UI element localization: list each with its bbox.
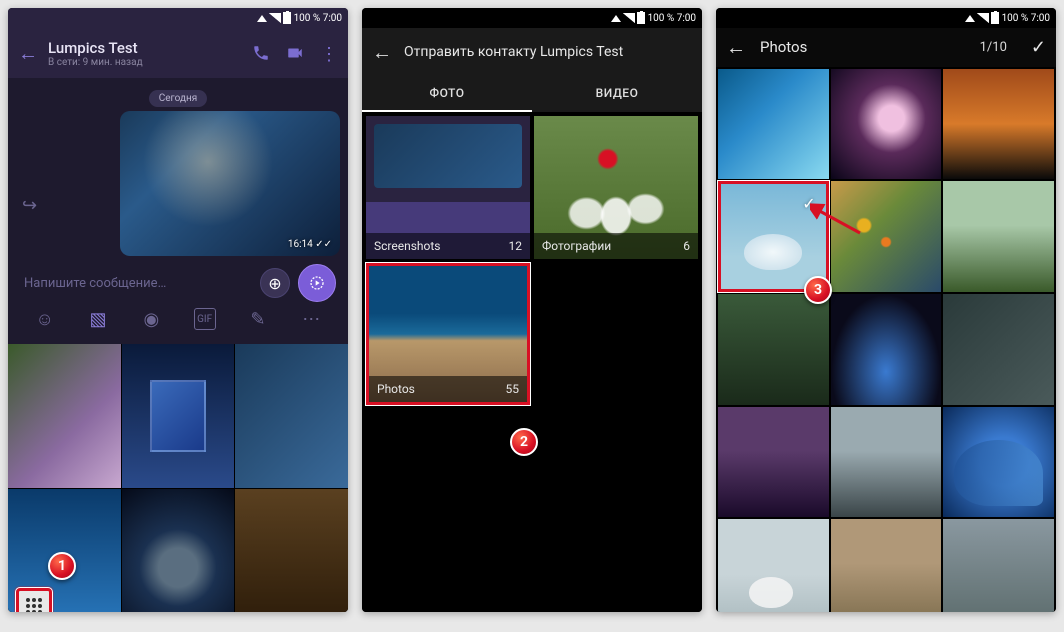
photo-thumb[interactable] [718, 519, 829, 612]
photo-thumb[interactable] [831, 407, 942, 518]
gif-icon[interactable]: GIF [194, 308, 216, 330]
album-fotografii[interactable]: Фотографии 6 [534, 116, 698, 259]
sticker-icon[interactable]: ☺ [34, 308, 56, 330]
date-separator: Сегодня [16, 86, 340, 105]
more-icon[interactable]: ⋮ [320, 44, 338, 62]
chat-subtitle: В сети: 9 мин. назад [48, 57, 242, 68]
video-call-icon[interactable] [286, 44, 304, 62]
album-screenshots[interactable]: Screenshots 12 [366, 116, 530, 259]
annotation-badge-1: 1 [48, 552, 76, 580]
photo-thumb[interactable] [718, 294, 829, 405]
attachment-toolbar: ☺ ▧ ◉ GIF ✎ ⋯ [16, 302, 340, 336]
status-bar: 100 % 7:00 [362, 8, 702, 28]
annotation-badge-3: 3 [804, 276, 832, 304]
message-time: 16:14 ✓✓ [288, 239, 332, 250]
battery-icon [991, 12, 999, 24]
annotation-arrow [810, 203, 870, 243]
picker-title: Отправить контакту Lumpics Test [404, 44, 623, 60]
more-attach-icon[interactable]: ⋯ [300, 308, 322, 330]
album-name: Photos [377, 382, 415, 396]
back-icon[interactable]: ← [372, 40, 392, 65]
confirm-icon[interactable]: ✓ [1031, 37, 1046, 58]
status-icons [965, 12, 999, 24]
album-count: 6 [683, 239, 690, 253]
signal-icon [623, 13, 635, 23]
tab-photo[interactable]: ФОТО [362, 76, 532, 112]
status-bar: 100 % 7:00 [8, 8, 348, 28]
photo-thumb[interactable] [718, 69, 829, 180]
doodle-icon[interactable]: ✎ [247, 308, 269, 330]
selection-counter: 1/10 [980, 40, 1007, 55]
photos-title: Photos [760, 38, 966, 56]
photo-thumb[interactable] [943, 69, 1054, 180]
attach-button[interactable]: ⊕ [260, 268, 290, 298]
gallery-thumb[interactable] [235, 344, 348, 488]
signal-icon [269, 13, 281, 23]
album-count: 55 [506, 382, 520, 396]
screen-1-viber-chat: 100 % 7:00 ← Lumpics Test В сети: 9 мин.… [8, 8, 348, 612]
screen-3-photo-grid: 100 % 7:00 ← Photos 1/10 ✓ ✓ [716, 8, 1056, 612]
photo-thumb[interactable] [831, 69, 942, 180]
notification-icon [257, 15, 267, 22]
status-time: 100 % 7:00 [294, 13, 342, 24]
screen-2-album-picker: 100 % 7:00 ← Отправить контакту Lumpics … [362, 8, 702, 612]
signal-icon [977, 13, 989, 23]
annotation-badge-2: 2 [510, 428, 538, 456]
photo-thumb[interactable] [718, 407, 829, 518]
notification-icon [611, 15, 621, 22]
battery-icon [283, 12, 291, 24]
gallery-thumb[interactable] [235, 489, 348, 613]
status-time: 100 % 7:00 [648, 13, 696, 24]
status-bar: 100 % 7:00 [716, 8, 1056, 28]
photo-thumb[interactable] [943, 294, 1054, 405]
photo-thumb[interactable] [831, 519, 942, 612]
back-icon[interactable]: ← [726, 35, 746, 60]
gallery-thumb[interactable] [122, 489, 235, 613]
album-photos[interactable]: Photos 55 [366, 263, 530, 406]
gallery-thumb[interactable] [122, 344, 235, 488]
call-icon[interactable] [252, 44, 270, 62]
send-button[interactable] [298, 264, 336, 302]
picker-tabs: ФОТО ВИДЕО [362, 76, 702, 112]
forward-icon[interactable]: ↪ [22, 195, 37, 216]
message-input[interactable]: Напишите сообщение… [20, 268, 252, 299]
gallery-thumb[interactable] [8, 344, 121, 488]
tab-video[interactable]: ВИДЕО [532, 76, 702, 112]
status-time: 100 % 7:00 [1002, 13, 1050, 24]
album-name: Screenshots [374, 239, 440, 253]
photo-thumb[interactable] [943, 519, 1054, 612]
photo-grid: ✓ [716, 67, 1056, 612]
album-name: Фотографии [542, 239, 611, 253]
status-icons [257, 12, 291, 24]
album-count: 12 [509, 239, 523, 253]
message-image[interactable]: 16:14 ✓✓ [120, 111, 340, 256]
back-icon[interactable]: ← [18, 41, 38, 66]
notification-icon [965, 15, 975, 22]
chat-title[interactable]: Lumpics Test [48, 39, 242, 57]
photo-thumb[interactable] [943, 181, 1054, 292]
photos-header: ← Photos 1/10 ✓ [716, 28, 1056, 67]
photo-thumb[interactable] [943, 407, 1054, 518]
photo-thumb[interactable] [831, 294, 942, 405]
status-icons [611, 12, 645, 24]
camera-icon[interactable]: ◉ [140, 308, 162, 330]
battery-icon [637, 12, 645, 24]
chat-header: ← Lumpics Test В сети: 9 мин. назад ⋮ [8, 28, 348, 78]
gallery-icon[interactable]: ▧ [87, 308, 109, 330]
apps-grid-button[interactable] [16, 588, 52, 612]
picker-header: ← Отправить контакту Lumpics Test [362, 28, 702, 76]
